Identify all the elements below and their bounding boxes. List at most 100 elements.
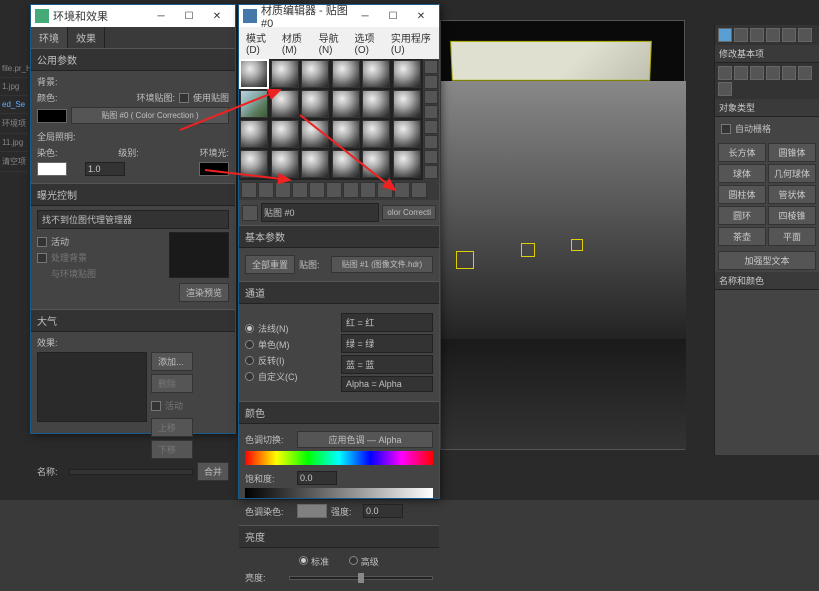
green-channel-dropdown[interactable]: 绿 = 绿 xyxy=(341,334,433,353)
sample-slot[interactable] xyxy=(271,150,299,178)
advanced-radio[interactable] xyxy=(349,556,358,565)
sample-slot[interactable] xyxy=(240,150,268,178)
movedown-button[interactable]: 下移 xyxy=(151,440,193,459)
tint-color-swatch[interactable] xyxy=(297,504,327,518)
sample-slot[interactable] xyxy=(271,60,299,88)
sample-slot[interactable] xyxy=(332,120,360,148)
mat-close-button[interactable]: ✕ xyxy=(407,5,435,27)
brightness-header[interactable]: 亮度 xyxy=(239,525,439,548)
menu-material[interactable]: 材质(M) xyxy=(277,28,314,58)
close-button[interactable]: ✕ xyxy=(203,5,231,27)
select-icon[interactable] xyxy=(424,165,438,179)
strip-item[interactable]: ed_Se xyxy=(0,96,28,114)
sample-slot[interactable] xyxy=(240,90,268,118)
delete-button[interactable]: 删除 xyxy=(151,374,193,393)
strip-item[interactable]: file.pr_H xyxy=(0,60,28,78)
minimize-button[interactable]: ─ xyxy=(147,5,175,27)
sample-slot[interactable] xyxy=(332,90,360,118)
hierarchy-tab-icon[interactable] xyxy=(750,28,764,42)
env-tab-environment[interactable]: 环境 xyxy=(31,27,68,48)
cameras-icon[interactable] xyxy=(766,66,780,80)
hue-slider[interactable] xyxy=(245,451,433,465)
menu-options[interactable]: 选项(O) xyxy=(350,28,386,58)
sample-slot[interactable] xyxy=(301,120,329,148)
sample-slot[interactable] xyxy=(271,90,299,118)
sample-slot[interactable] xyxy=(362,60,390,88)
sample-slot[interactable] xyxy=(393,150,421,178)
show-end-icon[interactable] xyxy=(394,182,410,198)
sample-slot[interactable] xyxy=(393,90,421,118)
saturation-input[interactable]: 0.0 xyxy=(297,471,337,485)
tube-button[interactable]: 管状体 xyxy=(768,185,816,204)
sample-slot[interactable] xyxy=(301,60,329,88)
teapot-button[interactable]: 茶壶 xyxy=(718,227,766,246)
sample-slot[interactable] xyxy=(332,150,360,178)
env-map-button[interactable]: 贴图 #0 ( Color Correction ) xyxy=(71,107,229,124)
map-type-button[interactable]: olor Correcti xyxy=(382,205,436,220)
sample-type-icon[interactable] xyxy=(424,60,438,74)
box-button[interactable]: 长方体 xyxy=(718,143,766,162)
active2-checkbox[interactable] xyxy=(151,401,161,411)
add-button[interactable]: 添加... xyxy=(151,352,193,371)
sample-uv-icon[interactable] xyxy=(424,105,438,119)
put-to-scene-icon[interactable] xyxy=(258,182,274,198)
common-params-header[interactable]: 公用参数 xyxy=(31,48,235,71)
strip-item[interactable]: 清空项 xyxy=(0,152,28,172)
source-map-button[interactable]: 贴图 #1 (图像文件.hdr) xyxy=(331,256,433,273)
utilities-tab-icon[interactable] xyxy=(798,28,812,42)
render-preview-button[interactable]: 渲染预览 xyxy=(179,283,229,302)
atmosphere-header[interactable]: 大气 xyxy=(31,309,235,332)
mat-maximize-button[interactable]: ☐ xyxy=(379,5,407,27)
merge-button[interactable]: 合并 xyxy=(197,462,229,481)
make-unique-icon[interactable] xyxy=(326,182,342,198)
mono-radio[interactable] xyxy=(245,340,254,349)
sample-slot[interactable] xyxy=(393,120,421,148)
video-check-icon[interactable] xyxy=(424,120,438,134)
preview-icon[interactable] xyxy=(424,135,438,149)
nav-back-icon[interactable] xyxy=(242,205,258,221)
display-tab-icon[interactable] xyxy=(782,28,796,42)
saturation-slider[interactable] xyxy=(245,488,433,498)
systems-icon[interactable] xyxy=(718,82,732,96)
blue-channel-dropdown[interactable]: 蓝 = 蓝 xyxy=(341,355,433,374)
exposure-header[interactable]: 曝光控制 xyxy=(31,183,235,206)
pyramid-button[interactable]: 四棱锥 xyxy=(768,206,816,225)
textplus-button[interactable]: 加强型文本 xyxy=(718,251,816,270)
env-tab-effects[interactable]: 效果 xyxy=(68,27,105,48)
bg-color-swatch[interactable] xyxy=(37,109,67,123)
helpers-icon[interactable] xyxy=(782,66,796,80)
modify-tab-icon[interactable] xyxy=(734,28,748,42)
background-icon[interactable] xyxy=(424,90,438,104)
ambient-swatch[interactable] xyxy=(199,162,229,176)
sample-slot[interactable] xyxy=(301,150,329,178)
backlight-icon[interactable] xyxy=(424,75,438,89)
sample-slot[interactable] xyxy=(362,150,390,178)
gizmo-box[interactable] xyxy=(456,251,474,269)
autogrid-checkbox[interactable] xyxy=(721,124,731,134)
get-material-icon[interactable] xyxy=(241,182,257,198)
basic-params-header[interactable]: 基本参数 xyxy=(239,225,439,248)
sample-slot[interactable] xyxy=(332,60,360,88)
mat-minimize-button[interactable]: ─ xyxy=(351,5,379,27)
brightness-slider[interactable] xyxy=(289,576,433,580)
reset-all-button[interactable]: 全部重置 xyxy=(245,255,295,274)
sample-slot[interactable] xyxy=(301,90,329,118)
sample-slot[interactable] xyxy=(240,60,268,88)
moveup-button[interactable]: 上移 xyxy=(151,418,193,437)
sphere-button[interactable]: 球体 xyxy=(718,164,766,183)
sample-slot[interactable] xyxy=(271,120,299,148)
strip-item[interactable]: 环境项 xyxy=(0,114,28,134)
gizmo-box[interactable] xyxy=(521,243,535,257)
put-library-icon[interactable] xyxy=(343,182,359,198)
material-id-icon[interactable] xyxy=(360,182,376,198)
standard-radio[interactable] xyxy=(299,556,308,565)
usemap-checkbox[interactable] xyxy=(179,93,189,103)
spacewarps-icon[interactable] xyxy=(798,66,812,80)
level-input[interactable]: 1.0 xyxy=(85,162,125,176)
cylinder-button[interactable]: 圆柱体 xyxy=(718,185,766,204)
menu-utilities[interactable]: 实用程序(U) xyxy=(386,28,437,58)
map-name-field[interactable]: 贴图 #0 xyxy=(261,203,379,222)
color-header[interactable]: 颜色 xyxy=(239,401,439,424)
menu-navigate[interactable]: 导航(N) xyxy=(314,28,350,58)
motion-tab-icon[interactable] xyxy=(766,28,780,42)
